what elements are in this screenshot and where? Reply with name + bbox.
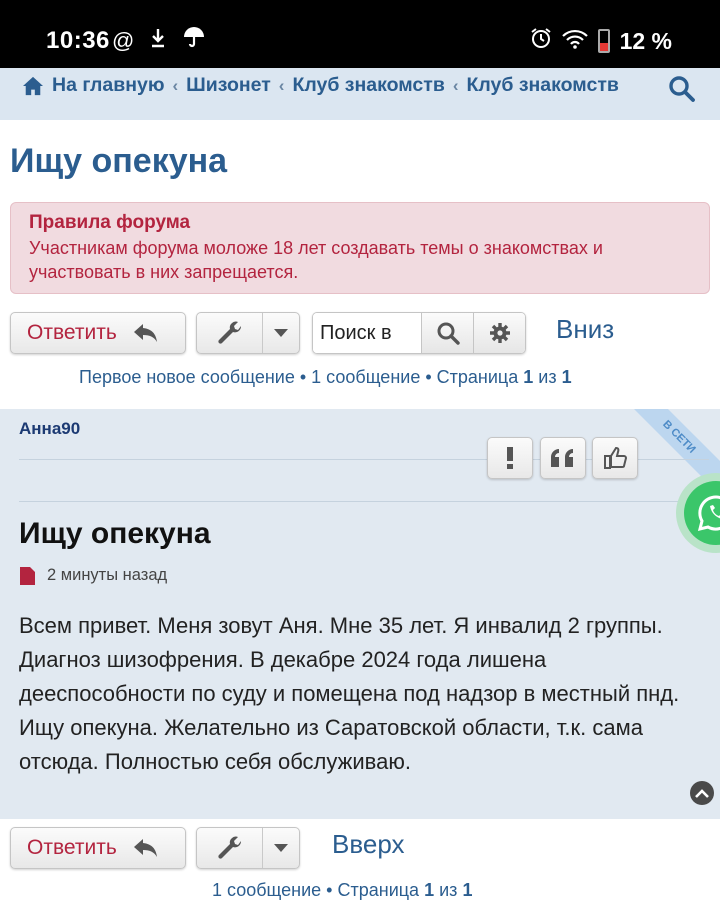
reply-button[interactable]: Ответить bbox=[10, 312, 186, 354]
like-button[interactable] bbox=[592, 437, 638, 479]
status-left-icons: @ bbox=[112, 26, 215, 54]
first-new-post-link[interactable]: Первое новое сообщение bbox=[79, 367, 295, 387]
topic-search-group bbox=[312, 312, 526, 354]
breadcrumb-item[interactable]: Шизонет bbox=[186, 74, 271, 97]
status-bar: 10:36 @ 12 % bbox=[0, 0, 720, 68]
page-title: Ищу опекуна bbox=[10, 142, 228, 180]
status-right: 12 % bbox=[530, 27, 672, 55]
divider bbox=[19, 501, 709, 502]
wrench-icon bbox=[197, 313, 263, 353]
page-word: Страница bbox=[436, 367, 519, 387]
search-icon bbox=[437, 322, 460, 345]
tools-dropdown-button[interactable] bbox=[196, 312, 300, 354]
battery-icon bbox=[597, 29, 610, 53]
topic-search-input[interactable] bbox=[313, 313, 421, 353]
quote-button[interactable] bbox=[540, 437, 586, 479]
at-icon: @ bbox=[112, 28, 135, 53]
page-word: Страница bbox=[337, 880, 420, 900]
page-total: 1 bbox=[462, 880, 473, 900]
jump-up-link[interactable]: Вверх bbox=[332, 829, 405, 860]
pagination-top: Первое новое сообщение • 1 сообщение • С… bbox=[79, 367, 572, 387]
breadcrumb-label: На главную bbox=[52, 74, 165, 96]
advanced-search-button[interactable] bbox=[473, 313, 525, 353]
reply-button-bottom[interactable]: Ответить bbox=[10, 827, 186, 869]
download-icon bbox=[150, 28, 166, 54]
notice-title: Правила форума bbox=[29, 212, 191, 233]
document-icon bbox=[20, 566, 35, 585]
breadcrumb-item[interactable]: Клуб знакомств bbox=[292, 74, 444, 97]
search-icon[interactable] bbox=[668, 75, 696, 103]
chevron-down-icon bbox=[263, 844, 299, 852]
notice-text: Участникам форума моложе 18 лет создават… bbox=[29, 238, 603, 282]
reply-icon bbox=[133, 324, 157, 342]
post-body: Всем привет. Меня зовут Аня. Мне 35 лет.… bbox=[19, 613, 680, 774]
whatsapp-share-button[interactable] bbox=[676, 473, 720, 553]
reply-icon bbox=[133, 839, 157, 857]
thumbs-up-icon bbox=[604, 446, 627, 469]
report-button[interactable] bbox=[487, 437, 533, 479]
exclamation-icon bbox=[507, 447, 513, 469]
search-submit-button[interactable] bbox=[421, 313, 473, 353]
pagination-bottom: 1 сообщение • Страница 1 из 1 bbox=[212, 880, 473, 900]
reply-label: Ответить bbox=[27, 321, 117, 344]
post-author[interactable]: Анна90 bbox=[19, 419, 80, 439]
home-icon bbox=[23, 76, 43, 95]
breadcrumb-home[interactable]: На главную bbox=[22, 74, 164, 97]
post-count: 1 сообщение bbox=[212, 880, 322, 900]
jump-down-link[interactable]: Вниз bbox=[556, 314, 614, 345]
post: Анна90 В СЕТИ Ищу опекуна 2 минуты назад… bbox=[0, 409, 720, 819]
breadcrumb-separator: ‹ bbox=[452, 75, 459, 95]
scroll-top-button[interactable] bbox=[690, 781, 714, 805]
umbrella-icon bbox=[183, 26, 205, 54]
breadcrumb-separator: ‹ bbox=[278, 75, 285, 95]
quote-icon bbox=[551, 449, 573, 467]
chevron-up-icon bbox=[695, 788, 709, 798]
breadcrumb: На главную ‹ Шизонет ‹ Клуб знакомств ‹ … bbox=[22, 74, 619, 97]
tools-dropdown-button-bottom[interactable] bbox=[196, 827, 300, 869]
post-time: 2 минуты назад bbox=[47, 566, 168, 584]
whatsapp-icon bbox=[697, 495, 720, 532]
wrench-icon bbox=[197, 828, 263, 868]
breadcrumb-bar: На главную ‹ Шизонет ‹ Клуб знакомств ‹ … bbox=[0, 68, 720, 120]
forum-rules-notice: Правила форума Участникам форума моложе … bbox=[10, 202, 710, 294]
post-meta: 2 минуты назад bbox=[19, 566, 167, 585]
page-current: 1 bbox=[424, 880, 435, 900]
wifi-icon bbox=[561, 28, 588, 55]
of-word: из bbox=[439, 880, 458, 900]
page-current: 1 bbox=[523, 367, 534, 387]
page-total: 1 bbox=[561, 367, 572, 387]
post-count: 1 сообщение bbox=[311, 367, 421, 387]
alarm-icon bbox=[530, 27, 552, 55]
status-time: 10:36 bbox=[46, 27, 110, 54]
post-title: Ищу опекуна bbox=[19, 517, 211, 550]
chevron-down-icon bbox=[263, 329, 299, 337]
gear-icon bbox=[489, 323, 510, 343]
reply-label: Ответить bbox=[27, 836, 117, 859]
of-word: из bbox=[538, 367, 557, 387]
battery-percent: 12 % bbox=[619, 27, 672, 54]
breadcrumb-separator: ‹ bbox=[172, 75, 179, 95]
breadcrumb-item[interactable]: Клуб знакомств bbox=[467, 74, 619, 97]
